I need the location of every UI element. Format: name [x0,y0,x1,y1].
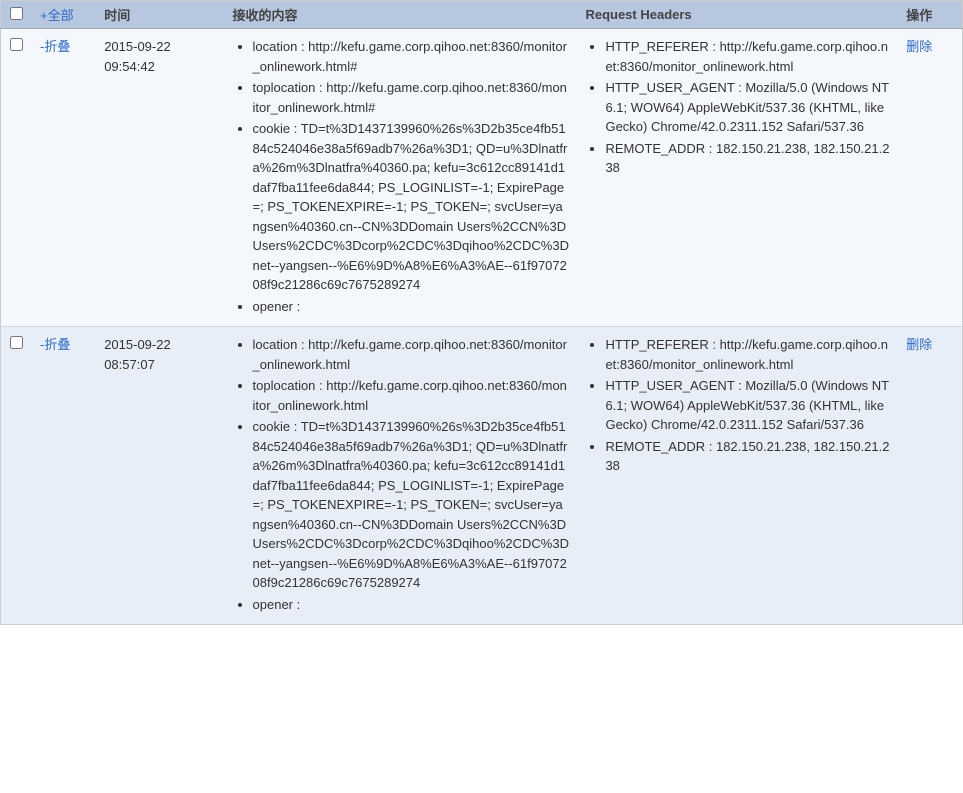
log-table: +全部 时间 接收的内容 Request Headers 操作 -折叠 2015-… [0,0,963,625]
list-item: HTTP_USER_AGENT : Mozilla/5.0 (Windows N… [605,376,890,435]
header-action: 操作 [898,1,962,29]
list-item: location : http://kefu.game.corp.qihoo.n… [253,37,570,76]
content-list: location : http://kefu.game.corp.qihoo.n… [233,335,570,614]
headers-list: HTTP_REFERER : http://kefu.game.corp.qih… [585,37,890,178]
row-content: location : http://kefu.game.corp.qihoo.n… [225,29,578,327]
list-item: toplocation : http://kefu.game.corp.qiho… [253,78,570,117]
row-time: 2015-09-22 09:54:42 [96,29,224,327]
content-list: location : http://kefu.game.corp.qihoo.n… [233,37,570,316]
headers-list: HTTP_REFERER : http://kefu.game.corp.qih… [585,335,890,476]
row-headers: HTTP_REFERER : http://kefu.game.corp.qih… [577,327,898,625]
list-item: opener : [253,297,570,317]
row-checkbox-cell [1,327,33,625]
select-all-link[interactable]: +全部 [40,8,74,23]
header-time: 时间 [96,1,224,29]
row-action-cell: 删除 [898,29,962,327]
row-checkbox[interactable] [10,38,23,51]
list-item: REMOTE_ADDR : 182.150.21.238, 182.150.21… [605,437,890,476]
row-time: 2015-09-22 08:57:07 [96,327,224,625]
header-content: 接收的内容 [225,1,578,29]
list-item: location : http://kefu.game.corp.qihoo.n… [253,335,570,374]
fold-link[interactable]: -折叠 [40,337,70,352]
row-checkbox[interactable] [10,336,23,349]
fold-link[interactable]: -折叠 [40,39,70,54]
list-item: opener : [253,595,570,615]
list-item: cookie : TD=t%3D1437139960%26s%3D2b35ce4… [253,417,570,593]
row-headers: HTTP_REFERER : http://kefu.game.corp.qih… [577,29,898,327]
delete-link[interactable]: 删除 [906,337,932,352]
table-row: -折叠 2015-09-22 08:57:07 location : http://… [1,327,963,625]
header-checkbox-cell [1,1,33,29]
list-item: HTTP_REFERER : http://kefu.game.corp.qih… [605,37,890,76]
row-content: location : http://kefu.game.corp.qihoo.n… [225,327,578,625]
select-all-checkbox[interactable] [10,7,23,20]
header-request-headers: Request Headers [577,1,898,29]
row-fold-cell: -折叠 [32,29,96,327]
list-item: REMOTE_ADDR : 182.150.21.238, 182.150.21… [605,139,890,178]
list-item: cookie : TD=t%3D1437139960%26s%3D2b35ce4… [253,119,570,295]
row-fold-cell: -折叠 [32,327,96,625]
header-select-all-cell: +全部 [32,1,96,29]
list-item: HTTP_USER_AGENT : Mozilla/5.0 (Windows N… [605,78,890,137]
list-item: HTTP_REFERER : http://kefu.game.corp.qih… [605,335,890,374]
list-item: toplocation : http://kefu.game.corp.qiho… [253,376,570,415]
table-row: -折叠 2015-09-22 09:54:42 location : http://… [1,29,963,327]
delete-link[interactable]: 删除 [906,39,932,54]
row-action-cell: 删除 [898,327,962,625]
table-header-row: +全部 时间 接收的内容 Request Headers 操作 [1,1,963,29]
row-checkbox-cell [1,29,33,327]
